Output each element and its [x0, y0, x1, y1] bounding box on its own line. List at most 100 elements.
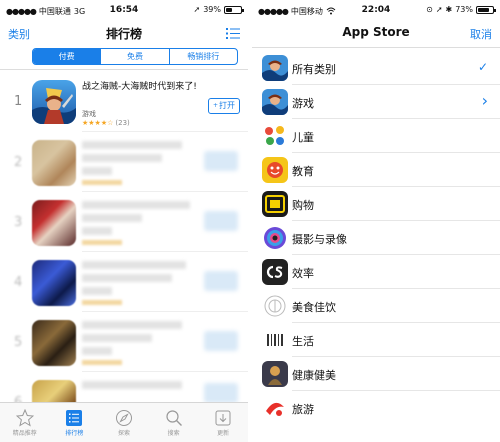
tab-explore[interactable]: 探索 [99, 403, 149, 442]
category-item-lifestyle[interactable]: 生活 [252, 323, 500, 357]
hands-icon [262, 123, 288, 149]
tab-label: 更新 [217, 430, 230, 437]
location-icon: ➚ [435, 5, 443, 14]
price-button[interactable] [204, 211, 238, 231]
app-name [82, 261, 186, 269]
category-label: 效率 [292, 267, 314, 280]
open-button-label: 打开 [219, 101, 236, 110]
price-button[interactable] [204, 151, 238, 171]
compass-icon [115, 410, 132, 426]
category-item-travel[interactable]: 旅游 [252, 391, 500, 425]
app-category [82, 167, 112, 175]
battery-percent: 73% [455, 5, 473, 14]
rating-stars [82, 360, 122, 365]
category-item-food-drink[interactable]: 美食佳饮 [252, 289, 500, 323]
category-label: 购物 [292, 199, 314, 212]
plus-icon: + [212, 102, 219, 109]
rank-number: 2 [14, 155, 23, 170]
app-row[interactable]: 4 [0, 253, 248, 311]
cancel-button[interactable]: 取消 [470, 26, 492, 42]
price-button[interactable] [204, 271, 238, 291]
app-name: 战之海贼-大海贼时代到来了! [82, 82, 197, 92]
star-rating: ★★★★☆ [82, 119, 114, 127]
category-label: 教育 [292, 165, 314, 178]
category-label: 旅游 [292, 403, 314, 416]
category-label: 儿童 [292, 131, 314, 144]
rating-stars: ★★★★☆ (23) [82, 119, 130, 127]
category-item-all[interactable]: 所有类别 ✓ [252, 51, 500, 85]
bluetooth-icon: ✱ [445, 5, 453, 14]
tab-charts[interactable]: 排行榜 [50, 403, 100, 442]
travel-icon [262, 395, 288, 421]
tab-label: 搜索 [167, 430, 180, 437]
segment-free[interactable]: 免费 [101, 49, 170, 64]
tab-label: 精品推荐 [12, 430, 37, 437]
divider [82, 371, 248, 372]
app-icon [32, 320, 76, 366]
list-icon[interactable] [226, 28, 240, 39]
rank-number: 3 [14, 215, 23, 230]
category-item-kids[interactable]: 儿童 [252, 119, 500, 153]
health-icon [262, 361, 288, 387]
battery-icon [224, 5, 244, 14]
app-category [82, 347, 112, 355]
productivity-icon [262, 259, 288, 285]
app-name [82, 381, 182, 389]
category-item-shopping[interactable]: 购物 [252, 187, 500, 221]
category-label: 美食佳饮 [292, 301, 336, 314]
battery-percent: 39% [203, 5, 221, 14]
rank-number: 4 [14, 275, 23, 290]
food-icon [262, 293, 288, 319]
app-name [82, 141, 182, 149]
app-name [82, 154, 162, 162]
chart-segmented-control: 付费 免费 畅销排行 [32, 48, 238, 65]
segment-paid[interactable]: 付费 [33, 49, 102, 64]
app-row[interactable]: 3 [0, 193, 248, 251]
app-row[interactable]: 1 战之海贼-大海贼时代到来了! 游戏 ★★★★☆ (23) +打开 [0, 72, 248, 130]
all-categories-icon [262, 55, 288, 81]
category-item-photo-video[interactable]: 摄影与录像 [252, 221, 500, 255]
app-name [82, 214, 142, 222]
app-row[interactable]: 2 [0, 133, 248, 191]
chevron-right-icon: › [481, 91, 488, 110]
app-icon [32, 200, 76, 246]
app-category: 游戏 [82, 110, 96, 118]
divider [0, 69, 248, 70]
category-label: 所有类别 [292, 63, 336, 76]
category-label: 摄影与录像 [292, 233, 347, 246]
app-name [82, 334, 152, 342]
page-title: App Store [342, 25, 410, 39]
shopping-icon [262, 191, 288, 217]
category-label: 生活 [292, 335, 314, 348]
rank-number: 5 [14, 335, 23, 350]
tab-updates[interactable]: 更新 [198, 403, 248, 442]
app-icon [32, 80, 76, 124]
lifestyle-icon [262, 327, 288, 353]
nav-bar: App Store 取消 [252, 20, 500, 46]
category-item-health-fitness[interactable]: 健康健美 [252, 357, 500, 391]
app-name [82, 274, 172, 282]
tab-featured[interactable]: 精品推荐 [0, 403, 50, 442]
divider [82, 191, 248, 192]
price-button[interactable] [204, 331, 238, 351]
tab-search[interactable]: 搜索 [149, 403, 199, 442]
app-icon [32, 260, 76, 306]
status-bar: ●●●●● 中国移动 22:04 ⊙ ➚ ✱ 73% [252, 0, 500, 20]
app-name [82, 201, 190, 209]
education-icon [262, 157, 288, 183]
app-row[interactable]: 5 [0, 313, 248, 371]
list-icon [66, 410, 83, 426]
segment-top-grossing[interactable]: 畅销排行 [170, 49, 237, 64]
ranking-screen: ●●●●● 中国联通 3G 16:54 ➚ 39% 类别 排行榜 付费 免费 畅… [0, 0, 248, 442]
games-icon [262, 89, 288, 115]
search-icon [165, 410, 182, 426]
open-button[interactable]: +打开 [208, 98, 240, 114]
category-item-productivity[interactable]: 效率 [252, 255, 500, 289]
price-button[interactable] [204, 383, 238, 403]
checkmark-icon: ✓ [477, 60, 488, 74]
category-item-games[interactable]: 游戏 › [252, 85, 500, 119]
download-icon [215, 410, 231, 426]
app-category [82, 227, 112, 235]
app-name [82, 321, 182, 329]
category-item-education[interactable]: 教育 [252, 153, 500, 187]
